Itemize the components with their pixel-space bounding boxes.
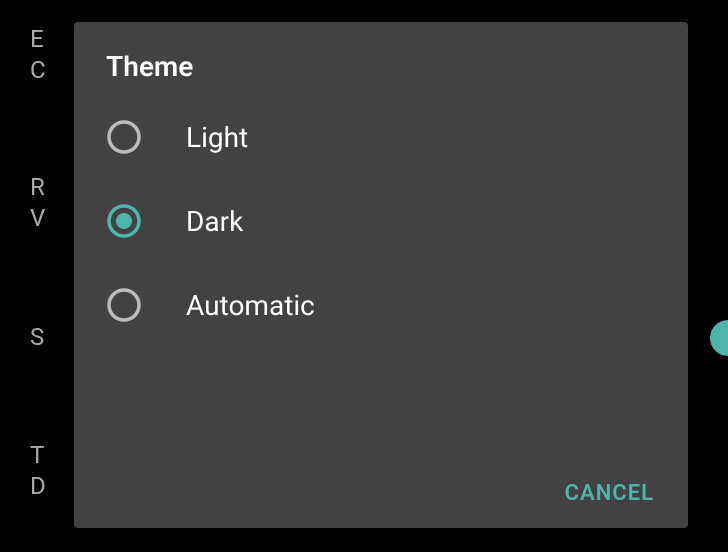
dialog-actions: CANCEL [74, 463, 688, 528]
option-label: Light [186, 121, 248, 154]
option-label: Automatic [186, 289, 315, 322]
bg-setting-item: T D [30, 440, 46, 502]
toggle-edge [710, 320, 728, 356]
theme-options: Light Dark Automatic [74, 119, 688, 323]
cancel-button[interactable]: CANCEL [565, 481, 654, 506]
theme-option-light[interactable]: Light [106, 119, 688, 155]
theme-dialog: Theme Light Dark Automatic CANCEL [74, 22, 688, 528]
bg-text: T [30, 440, 46, 471]
bg-text: S [30, 322, 44, 353]
bg-setting-item: E C [30, 24, 46, 86]
radio-unselected-icon [106, 287, 142, 323]
bg-setting-item: R V [30, 172, 45, 234]
dialog-title: Theme [74, 50, 688, 119]
option-label: Dark [186, 205, 243, 238]
theme-option-dark[interactable]: Dark [106, 203, 688, 239]
bg-text: C [30, 55, 46, 86]
radio-selected-icon [106, 203, 142, 239]
theme-option-automatic[interactable]: Automatic [106, 287, 688, 323]
bg-text: R [30, 172, 45, 203]
bg-text: D [30, 471, 46, 502]
bg-text: V [30, 203, 45, 234]
bg-text: E [30, 24, 46, 55]
radio-unselected-icon [106, 119, 142, 155]
bg-setting-item: S [30, 322, 44, 353]
